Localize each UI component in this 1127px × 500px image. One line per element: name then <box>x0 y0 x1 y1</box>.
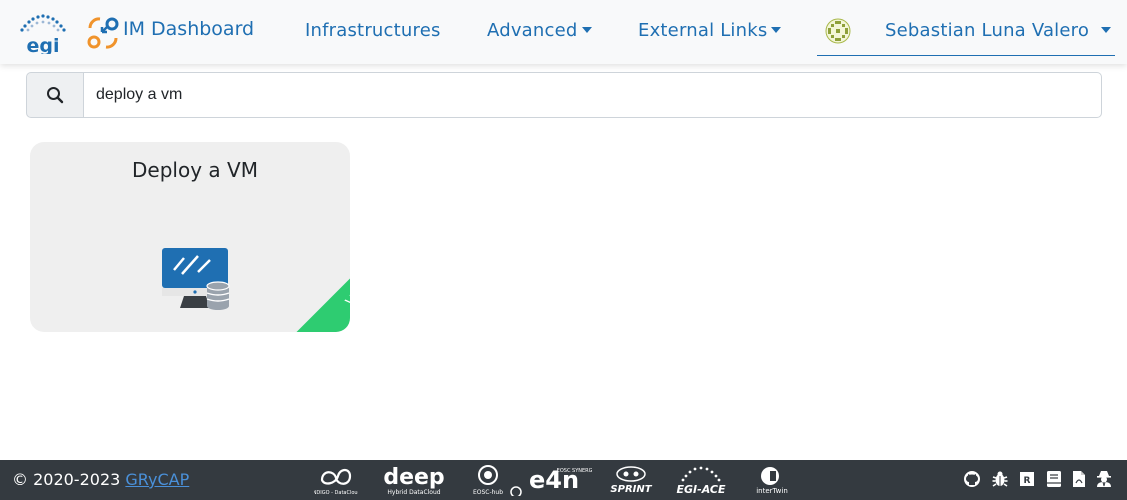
svg-text:SPRINT: SPRINT <box>610 484 652 495</box>
svg-text:Hybrid DataCloud: Hybrid DataCloud <box>387 489 440 496</box>
github-icon[interactable] <box>963 470 981 488</box>
user-name: Sebastian Luna Valero <box>885 20 1090 41</box>
nav-external-links[interactable]: External Links <box>638 20 782 41</box>
nav-advanced-label: Advanced <box>487 20 578 41</box>
template-card-deploy-vm[interactable]: Deploy a VM VM <box>30 142 350 332</box>
nav-external-links-label: External Links <box>638 20 768 41</box>
card-title: Deploy a VM <box>132 158 258 182</box>
bug-icon[interactable] <box>991 470 1009 488</box>
eosc-hub-logo[interactable]: EOSC-hub <box>470 464 506 496</box>
search-icon <box>47 87 64 104</box>
brand-title[interactable]: IM Dashboard <box>123 18 254 40</box>
im-logo-icon <box>87 17 119 49</box>
caret-down-icon <box>771 26 782 33</box>
search-input[interactable] <box>83 72 1102 118</box>
navbar: egi IM Dashboard Infrastructures Advance… <box>0 0 1127 64</box>
book-icon[interactable] <box>1045 470 1063 488</box>
svg-text:interTwin: interTwin <box>756 487 788 495</box>
card-tag-ribbon: VM <box>265 207 350 332</box>
svg-text:deep: deep <box>383 465 444 490</box>
nav-advanced[interactable]: Advanced <box>487 20 592 41</box>
caret-down-icon <box>1101 27 1111 33</box>
deep-hybrid-datacloud-logo[interactable]: deep Hybrid DataCloud <box>378 464 450 496</box>
intertwin-logo[interactable]: interTwin <box>752 464 792 496</box>
svg-text:EOSC SYNERGY: EOSC SYNERGY <box>557 468 592 474</box>
grycap-link[interactable]: GRyCAP <box>125 470 189 489</box>
svg-text:EGI-ACE: EGI-ACE <box>677 483 726 496</box>
user-menu[interactable]: Sebastian Luna Valero <box>817 10 1115 56</box>
egi-ace-logo[interactable]: EGI-ACE <box>672 464 730 496</box>
copyright: © 2020-2023 GRyCAP <box>12 470 189 489</box>
footer: © 2020-2023 GRyCAP INDIGO - DataCloud de… <box>0 460 1127 500</box>
caret-down-icon <box>581 26 592 33</box>
file-pdf-icon[interactable] <box>1070 470 1088 488</box>
r-icon[interactable]: R <box>1019 470 1037 488</box>
search-button[interactable] <box>26 72 84 118</box>
sprint-logo[interactable]: SPRINT <box>608 464 654 496</box>
egi-logo[interactable]: egi <box>12 10 74 54</box>
vm-server-icon <box>162 248 230 310</box>
eosc-synergy-ai4-logo[interactable]: e4n EOSC SYNERGY <box>508 464 592 496</box>
user-secret-icon[interactable] <box>1095 470 1113 488</box>
avatar <box>825 18 851 44</box>
svg-text:EOSC-hub: EOSC-hub <box>473 489 503 496</box>
svg-text:INDIGO - DataCloud: INDIGO - DataCloud <box>314 490 358 496</box>
indigo-datacloud-logo[interactable]: INDIGO - DataCloud <box>314 464 358 496</box>
nav-infrastructures[interactable]: Infrastructures <box>305 20 441 41</box>
copyright-text: © 2020-2023 <box>12 470 121 489</box>
svg-text:egi: egi <box>27 35 60 54</box>
svg-text:R: R <box>1024 476 1031 486</box>
